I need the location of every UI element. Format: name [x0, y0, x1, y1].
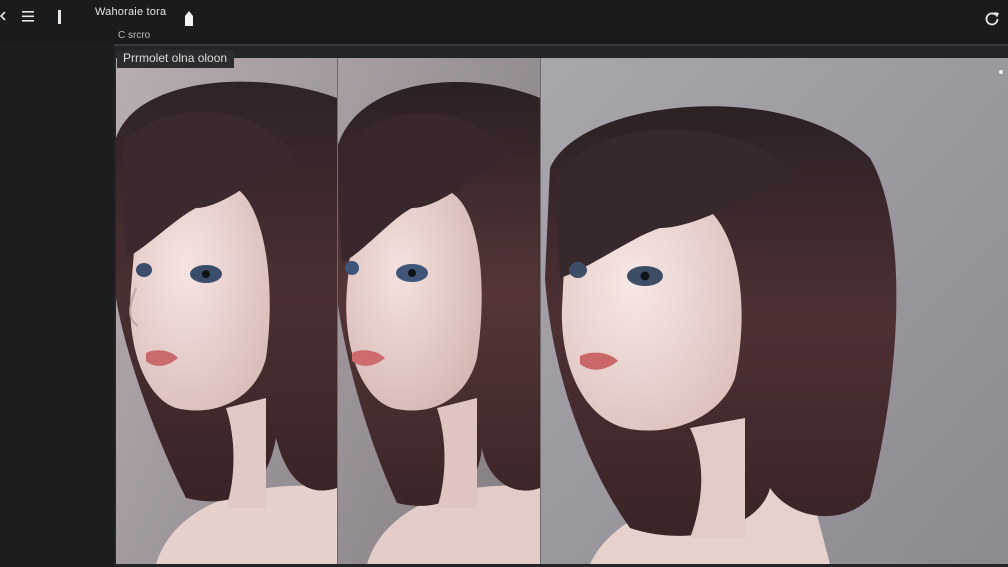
left-sidebar — [0, 44, 114, 567]
portrait-image-3 — [540, 58, 1008, 564]
menu-icon[interactable] — [22, 11, 34, 22]
sub-label: C srcro — [118, 30, 151, 41]
dot-icon[interactable] — [999, 70, 1003, 74]
image-editor-window: Wahoraie tora C srcro Prrmolet olna oloo… — [0, 0, 1008, 567]
generated-image-2[interactable] — [337, 58, 540, 564]
app-title: Wahoraie tora — [95, 6, 167, 18]
generated-image-3[interactable] — [540, 58, 1008, 564]
chevron-left-icon[interactable] — [0, 9, 6, 23]
portrait-image-2 — [337, 58, 540, 564]
generated-image-1[interactable] — [116, 58, 337, 564]
prompt-label: Prrmolet olna oloon — [117, 50, 235, 68]
top-bar: Wahoraie tora C srcro — [0, 0, 1008, 44]
refresh-icon[interactable] — [983, 10, 1001, 28]
portrait-image-1 — [116, 58, 337, 564]
divider-icon — [58, 10, 61, 24]
panel-separator — [540, 58, 541, 564]
panel-separator — [337, 58, 338, 564]
upload-icon[interactable] — [184, 10, 194, 27]
canvas-divider — [114, 44, 1008, 46]
